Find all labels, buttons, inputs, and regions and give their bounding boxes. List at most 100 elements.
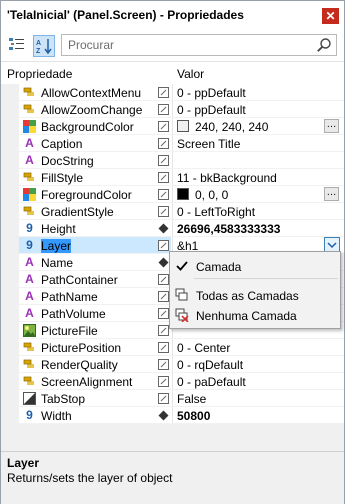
property-name[interactable]: AllowZoomChange <box>41 103 142 117</box>
editable-icon <box>158 138 169 149</box>
column-divider <box>172 101 173 118</box>
property-name[interactable]: Layer <box>41 239 72 253</box>
property-row-foregroundcolor[interactable]: ForegroundColor 0, 0, 0 … <box>1 186 344 203</box>
property-name[interactable]: FillStyle <box>41 171 83 185</box>
property-value[interactable]: 26696,4583333333 <box>177 222 280 236</box>
dropdown-option-2[interactable]: Todas as Camadas <box>170 285 338 305</box>
ellipsis-button[interactable]: … <box>324 119 339 133</box>
property-name[interactable]: DocString <box>41 154 94 168</box>
property-name[interactable]: BackgroundColor <box>41 120 134 134</box>
row-divider <box>19 423 344 424</box>
value-column-header: Valor <box>177 67 205 81</box>
property-value[interactable]: 0, 0, 0 <box>195 188 228 202</box>
property-name[interactable]: PictureFile <box>41 324 98 338</box>
search-input[interactable] <box>68 38 308 52</box>
property-row-screenalignment[interactable]: ScreenAlignment 0 - paDefault <box>1 373 344 390</box>
text-icon: A <box>25 153 34 167</box>
row-gutter <box>1 135 19 152</box>
property-value[interactable]: Screen Title <box>177 137 240 151</box>
property-name[interactable]: Caption <box>41 137 82 151</box>
property-name[interactable]: AllowContextMenu <box>41 86 141 100</box>
text-icon: A <box>25 136 34 150</box>
dropdown-option-1[interactable]: Camada <box>170 256 338 276</box>
property-value[interactable]: 240, 240, 240 <box>195 120 268 134</box>
editable-icon <box>158 274 169 285</box>
color-icon <box>23 120 36 133</box>
all-layers-icon <box>175 288 189 302</box>
alphabetical-view-button[interactable]: A Z <box>33 35 55 57</box>
property-name[interactable]: PicturePosition <box>41 341 121 355</box>
column-divider <box>172 203 173 220</box>
number-icon: 9 <box>26 408 33 422</box>
property-value[interactable]: 0 - rqDefault <box>177 358 243 372</box>
property-value[interactable]: 0 - Center <box>177 341 230 355</box>
row-gutter <box>1 254 19 271</box>
color-swatch <box>177 120 189 132</box>
property-value[interactable]: False <box>177 392 206 406</box>
property-row-backgroundcolor[interactable]: BackgroundColor 240, 240, 240 … <box>1 118 344 135</box>
property-value[interactable]: 50800 <box>177 409 210 423</box>
categorized-icon <box>9 38 24 50</box>
row-gutter <box>1 237 19 254</box>
property-row-fillstyle[interactable]: FillStyle 11 - bkBackground <box>1 169 344 186</box>
property-row-pictureposition[interactable]: PicturePosition 0 - Center <box>1 339 344 356</box>
property-row-allowzoomchange[interactable]: AllowZoomChange 0 - ppDefault <box>1 101 344 118</box>
column-divider <box>172 407 173 424</box>
editable-icon <box>158 325 169 336</box>
row-gutter <box>1 288 19 305</box>
property-name[interactable]: PathName <box>41 290 98 304</box>
search-icon[interactable] <box>316 37 332 53</box>
categorized-view-button[interactable] <box>7 35 29 57</box>
property-row-renderquality[interactable]: RenderQuality 0 - rqDefault <box>1 356 344 373</box>
property-value[interactable]: 0 - ppDefault <box>177 103 246 117</box>
property-row-caption[interactable]: A Caption Screen Title <box>1 135 344 152</box>
text-icon: A <box>25 306 34 320</box>
row-gutter <box>1 101 19 118</box>
property-row-gradientstyle[interactable]: GradientStyle 0 - LeftToRight <box>1 203 344 220</box>
editable-icon <box>158 155 169 166</box>
close-button[interactable]: ✕ <box>322 8 339 24</box>
dropdown-option-3[interactable]: Nenhuma Camada <box>170 305 338 325</box>
property-value[interactable]: 11 - bkBackground <box>177 171 277 185</box>
property-row-docstring[interactable]: A DocString <box>1 152 344 169</box>
property-row-allowcontextmenu[interactable]: AllowContextMenu 0 - ppDefault <box>1 84 344 101</box>
svg-text:A: A <box>36 40 41 47</box>
property-name[interactable]: Name <box>41 256 73 270</box>
property-name[interactable]: PathVolume <box>41 307 106 321</box>
property-value[interactable]: 0 - LeftToRight <box>177 205 255 219</box>
property-name[interactable]: Width <box>41 409 72 423</box>
property-column-header: Propriedade <box>7 67 73 81</box>
title-bar[interactable]: 'TelaInicial' (Panel.Screen) - Proprieda… <box>1 1 344 31</box>
property-value[interactable]: 0 - ppDefault <box>177 86 246 100</box>
row-gutter <box>1 271 19 288</box>
property-value[interactable]: 0 - paDefault <box>177 375 246 389</box>
picture-icon <box>23 324 36 337</box>
property-name[interactable]: Height <box>41 222 76 236</box>
row-gutter <box>1 152 19 169</box>
description-panel: Layer Returns/sets the layer of object <box>1 451 344 504</box>
column-divider <box>172 220 173 237</box>
window-title: 'TelaInicial' (Panel.Screen) - Proprieda… <box>7 8 244 22</box>
column-divider <box>172 373 173 390</box>
property-row-tabstop[interactable]: TabStop False <box>1 390 344 407</box>
sort-az-icon: A Z <box>36 39 52 55</box>
property-name[interactable]: ScreenAlignment <box>41 375 132 389</box>
property-row-height[interactable]: 9 Height 26696,4583333333 <box>1 220 344 237</box>
editable-icon <box>158 104 169 115</box>
search-field[interactable] <box>61 34 337 56</box>
row-gutter <box>1 169 19 186</box>
property-name[interactable]: TabStop <box>41 392 85 406</box>
property-name[interactable]: GradientStyle <box>41 205 114 219</box>
properties-window: 'TelaInicial' (Panel.Screen) - Proprieda… <box>0 0 345 504</box>
row-gutter <box>1 339 19 356</box>
ellipsis-button[interactable]: … <box>324 187 339 201</box>
layer-dropdown-list: Camada Todas as Camadas Nenhuma Camada <box>169 251 341 329</box>
property-name[interactable]: ForegroundColor <box>41 188 132 202</box>
column-divider <box>172 186 173 203</box>
row-gutter <box>1 84 19 101</box>
row-gutter <box>1 373 19 390</box>
property-name[interactable]: RenderQuality <box>41 358 118 372</box>
property-name[interactable]: PathContainer <box>41 273 118 287</box>
property-row-width[interactable]: 9 Width 50800 <box>1 407 344 424</box>
enum-icon <box>23 171 36 184</box>
